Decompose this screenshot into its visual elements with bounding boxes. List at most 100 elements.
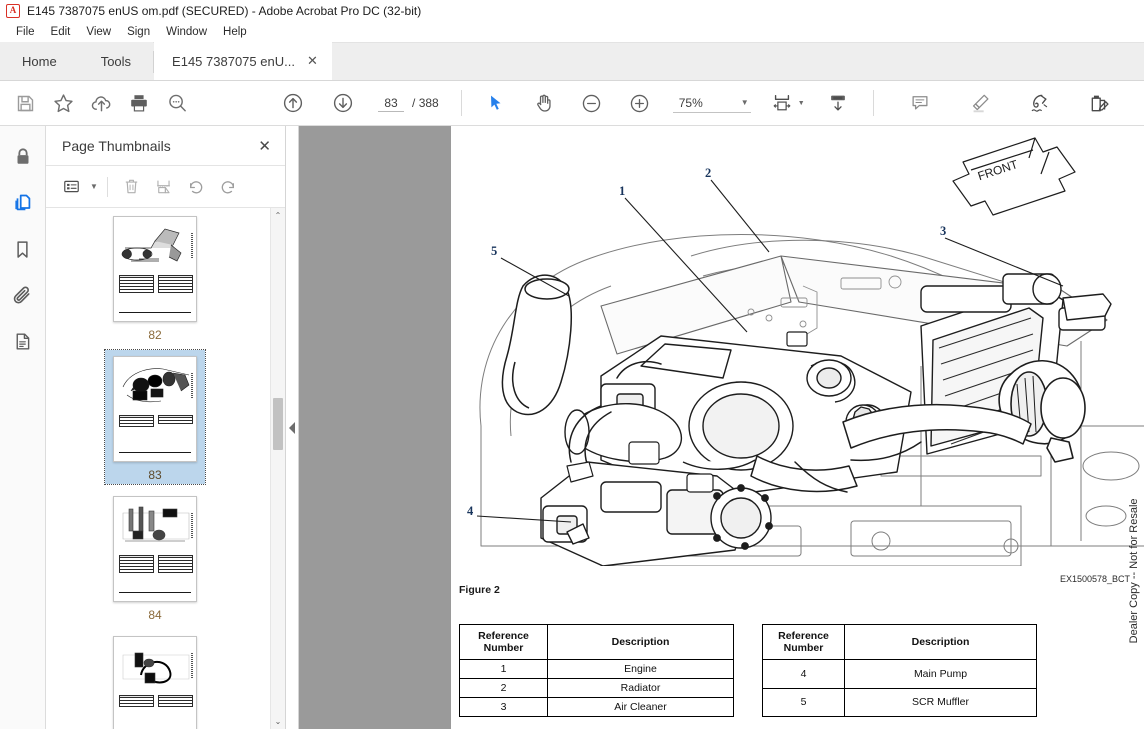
- cell-desc: Air Cleaner: [547, 697, 734, 718]
- panel-scrollbar[interactable]: ⌃ ⌄: [270, 208, 285, 729]
- zoom-level-value: 75%: [678, 95, 703, 110]
- thumbnail-footer-rule: [119, 452, 191, 453]
- menu-edit[interactable]: Edit: [43, 24, 79, 40]
- sign-icon[interactable]: [1021, 84, 1059, 122]
- collapse-panel-handle[interactable]: [286, 126, 299, 729]
- cell-desc: Radiator: [547, 678, 734, 699]
- reference-table-right: Reference Number Description 4 Main Pump: [762, 623, 1037, 718]
- pdf-page[interactable]: FRONT 1 2 3 4 5 Figure 2 EX1500578_BCT R…: [451, 126, 1144, 729]
- acrobat-window: E145 7387075 enUS om.pdf (SECURED) - Ado…: [0, 0, 1144, 730]
- figure-caption: Figure 2: [459, 584, 500, 596]
- page-thumbnails-icon[interactable]: [6, 186, 52, 220]
- tab-home-label: Home: [22, 53, 57, 69]
- comment-icon[interactable]: [901, 84, 939, 122]
- header-reference-number: Reference Number: [762, 623, 845, 661]
- rotate-cw-icon[interactable]: [213, 173, 243, 201]
- thumbnail-artwork: [122, 652, 190, 684]
- list-item[interactable]: 83: [104, 349, 206, 485]
- zoom-level-dropdown[interactable]: 75% ▼: [672, 94, 751, 113]
- acrobat-logo-icon: [6, 4, 20, 18]
- thumbnail-watermark: [191, 513, 193, 539]
- page-separator: /: [412, 95, 416, 110]
- star-icon[interactable]: [44, 84, 82, 122]
- rotate-ccw-icon[interactable]: [181, 173, 211, 201]
- page-thumbnails-panel: Page Thumbnails ✕ ▼ 82 83 84 ⌃ ⌄: [46, 126, 286, 729]
- thumbnail-artwork: [121, 228, 182, 262]
- page-nav-group: / 388: [274, 84, 439, 122]
- thumbnail-tables: [119, 275, 193, 293]
- menu-help[interactable]: Help: [215, 24, 255, 40]
- header-reference-number: Reference Number: [459, 623, 548, 661]
- callout-2: 2: [705, 166, 712, 180]
- print-icon[interactable]: [120, 84, 158, 122]
- menu-file[interactable]: File: [8, 24, 43, 40]
- thumbnail-tables: [119, 695, 193, 707]
- file-tools-group: [6, 84, 196, 122]
- table-header-row: Reference Number Description: [762, 623, 1037, 661]
- header-line-1: Reference: [478, 630, 529, 642]
- security-lock-icon[interactable]: [6, 140, 40, 174]
- callout-1: 1: [619, 184, 626, 198]
- scroll-up-icon[interactable]: ⌃: [271, 208, 285, 223]
- scrollbar-thumb[interactable]: [273, 398, 283, 450]
- title-bar: E145 7387075 enUS om.pdf (SECURED) - Ado…: [0, 0, 1144, 22]
- menu-sign[interactable]: Sign: [119, 24, 158, 40]
- header-line-2: Number: [783, 642, 824, 655]
- page-number-input[interactable]: [378, 94, 404, 112]
- extract-pages-icon[interactable]: [149, 173, 179, 201]
- callout-4: 4: [467, 504, 474, 518]
- thumbnail-page[interactable]: [113, 496, 197, 602]
- panel-toolbar: ▼: [46, 166, 285, 208]
- fit-page-icon[interactable]: [767, 84, 797, 122]
- thumbnail-page[interactable]: [113, 636, 197, 729]
- thumbnail-page-number: 84: [148, 608, 162, 622]
- list-item[interactable]: 85: [105, 630, 205, 729]
- reference-tables: Reference Number Description 1 Engine 2 …: [459, 623, 1037, 718]
- thumbnail-page[interactable]: [113, 216, 197, 322]
- front-arrow: [952, 137, 1076, 216]
- bookmarks-icon[interactable]: [6, 232, 40, 266]
- content-icon[interactable]: [6, 324, 40, 358]
- list-item[interactable]: 84: [105, 490, 205, 624]
- zoom-out-icon[interactable]: [573, 84, 611, 122]
- document-viewport[interactable]: FRONT 1 2 3 4 5 Figure 2 EX1500578_BCT R…: [299, 126, 1144, 729]
- cell-desc: Main Pump: [844, 659, 1037, 689]
- menu-view[interactable]: View: [78, 24, 119, 40]
- tab-document[interactable]: E145 7387075 enU... ✕: [154, 42, 332, 80]
- close-icon[interactable]: ✕: [307, 55, 318, 68]
- tab-home[interactable]: Home: [0, 42, 79, 80]
- save-icon[interactable]: [6, 84, 44, 122]
- search-icon[interactable]: [158, 84, 196, 122]
- table-row: 3 Air Cleaner: [459, 697, 734, 718]
- arrow-down-circle-icon[interactable]: [324, 84, 362, 122]
- highlight-icon[interactable]: [961, 84, 999, 122]
- select-cursor-icon[interactable]: [477, 84, 515, 122]
- menu-window[interactable]: Window: [158, 24, 215, 40]
- delete-pages-icon[interactable]: [117, 173, 147, 201]
- cell-ref: 1: [459, 659, 548, 680]
- app-body: Page Thumbnails ✕ ▼ 82 83 84 ⌃ ⌄ FRONT 1…: [0, 126, 1144, 729]
- fit-page-chevron-down-icon[interactable]: ▼: [798, 100, 805, 107]
- fill-and-sign-icon[interactable]: [1081, 84, 1119, 122]
- arrow-up-circle-icon[interactable]: [274, 84, 312, 122]
- table-row: 4 Main Pump: [762, 659, 1037, 689]
- tab-tools[interactable]: Tools: [78, 42, 154, 80]
- scroll-down-icon[interactable]: ⌄: [271, 714, 285, 729]
- attachments-icon[interactable]: [6, 278, 40, 312]
- options-menu-icon[interactable]: [56, 173, 86, 201]
- header-line-1: Reference: [778, 630, 829, 642]
- list-item[interactable]: 82: [105, 210, 205, 344]
- thumbnail-tables: [119, 555, 193, 573]
- panel-toolbar-divider: [106, 176, 108, 197]
- zoom-in-icon[interactable]: [621, 84, 659, 122]
- scroll-mode-icon[interactable]: [819, 84, 857, 122]
- window-title: E145 7387075 enUS om.pdf (SECURED) - Ado…: [27, 4, 422, 18]
- figure-illustration: FRONT: [476, 137, 1144, 566]
- thumbnail-page[interactable]: [113, 356, 197, 462]
- thumbnail-page-number: 83: [148, 468, 162, 482]
- cloud-upload-icon[interactable]: [82, 84, 120, 122]
- close-icon[interactable]: ✕: [258, 137, 271, 155]
- options-chevron-down-icon[interactable]: ▼: [90, 182, 98, 191]
- page-total-label: / 388: [412, 96, 439, 110]
- hand-tool-icon[interactable]: [525, 84, 563, 122]
